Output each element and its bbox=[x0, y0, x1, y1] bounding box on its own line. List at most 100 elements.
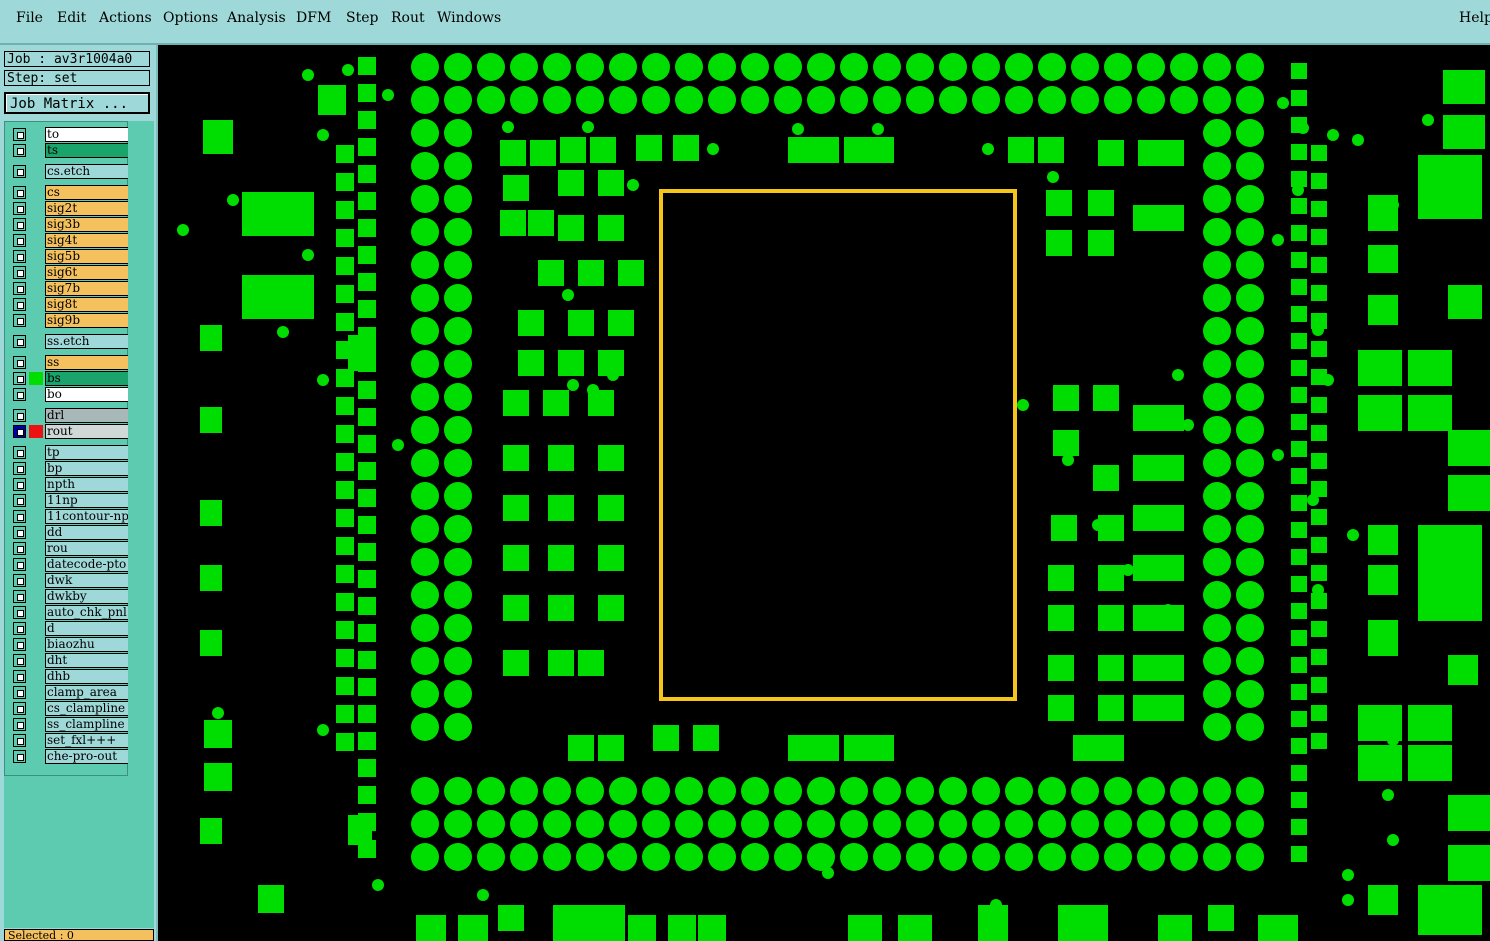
menu-dfm[interactable]: DFM bbox=[296, 10, 331, 26]
layer-color-swatch[interactable] bbox=[29, 218, 43, 231]
layer-label[interactable]: sig5b bbox=[45, 249, 129, 264]
layer-label[interactable]: dwk bbox=[45, 573, 129, 588]
layer-label[interactable]: bs bbox=[45, 371, 129, 386]
layer-row-bo[interactable]: bo bbox=[11, 387, 129, 402]
layer-checkbox[interactable] bbox=[13, 670, 26, 683]
layer-label[interactable]: ss_clampline bbox=[45, 717, 129, 732]
layer-checkbox[interactable] bbox=[13, 202, 26, 215]
layer-label[interactable]: bp bbox=[45, 461, 129, 476]
layer-checkbox[interactable] bbox=[13, 388, 26, 401]
layer-row-auto_chk_pnl[interactable]: auto_chk_pnl bbox=[11, 605, 129, 620]
layer-label[interactable]: dht bbox=[45, 653, 129, 668]
layer-label[interactable]: auto_chk_pnl bbox=[45, 605, 129, 620]
layer-label[interactable]: to bbox=[45, 127, 129, 142]
layer-row-rou[interactable]: rou bbox=[11, 541, 129, 556]
menu-actions[interactable]: Actions bbox=[99, 10, 152, 26]
layer-label[interactable]: sig3b bbox=[45, 217, 129, 232]
layer-row-sig7b[interactable]: sig7b bbox=[11, 281, 129, 296]
layer-row-sig2t[interactable]: sig2t bbox=[11, 201, 129, 216]
layer-label[interactable]: clamp_area bbox=[45, 685, 129, 700]
layer-label[interactable]: sig8t bbox=[45, 297, 129, 312]
layer-label[interactable]: bo bbox=[45, 387, 129, 402]
layer-color-swatch[interactable] bbox=[29, 526, 43, 539]
layer-label[interactable]: sig2t bbox=[45, 201, 129, 216]
layer-row-11np[interactable]: 11np bbox=[11, 493, 129, 508]
layer-checkbox[interactable] bbox=[13, 446, 26, 459]
layer-row-bs[interactable]: bs bbox=[11, 371, 129, 386]
graphic-canvas[interactable] bbox=[156, 45, 1490, 941]
layer-checkbox[interactable] bbox=[13, 718, 26, 731]
layer-color-swatch[interactable] bbox=[29, 298, 43, 311]
layer-color-swatch[interactable] bbox=[29, 606, 43, 619]
layer-checkbox[interactable] bbox=[13, 144, 26, 157]
layer-label[interactable]: sig7b bbox=[45, 281, 129, 296]
layer-label[interactable]: datecode-pto bbox=[45, 557, 129, 572]
layer-color-swatch[interactable] bbox=[29, 558, 43, 571]
layer-label[interactable]: sig6t bbox=[45, 265, 129, 280]
layer-label[interactable]: tp bbox=[45, 445, 129, 460]
layer-row-sig6t[interactable]: sig6t bbox=[11, 265, 129, 280]
layer-color-swatch[interactable] bbox=[29, 478, 43, 491]
layer-label[interactable]: che-pro-out bbox=[45, 749, 129, 764]
layer-label[interactable]: set_fxl+++ bbox=[45, 733, 129, 748]
layer-color-swatch[interactable] bbox=[29, 622, 43, 635]
layer-row-dhb[interactable]: dhb bbox=[11, 669, 129, 684]
layer-color-swatch[interactable] bbox=[29, 510, 43, 523]
layer-label[interactable]: sig4t bbox=[45, 233, 129, 248]
job-matrix-button[interactable]: Job Matrix ... bbox=[4, 92, 150, 114]
menu-analysis[interactable]: Analysis bbox=[227, 10, 286, 26]
layer-label[interactable]: dwkby bbox=[45, 589, 129, 604]
layer-checkbox[interactable] bbox=[13, 606, 26, 619]
layer-row-bp[interactable]: bp bbox=[11, 461, 129, 476]
layer-checkbox[interactable] bbox=[13, 638, 26, 651]
layer-label[interactable]: cs_clampline bbox=[45, 701, 129, 716]
layer-color-swatch[interactable] bbox=[29, 462, 43, 475]
layer-row-to[interactable]: to bbox=[11, 127, 129, 142]
layer-checkbox[interactable] bbox=[13, 654, 26, 667]
layer-color-swatch[interactable] bbox=[29, 266, 43, 279]
layer-row-sig8t[interactable]: sig8t bbox=[11, 297, 129, 312]
layer-checkbox[interactable] bbox=[13, 282, 26, 295]
layer-row-ss[interactable]: ss bbox=[11, 355, 129, 370]
layer-label[interactable]: ss.etch bbox=[45, 334, 129, 349]
layer-row-cs.etch[interactable]: cs.etch bbox=[11, 164, 129, 179]
layer-color-swatch[interactable] bbox=[29, 574, 43, 587]
layer-color-swatch[interactable] bbox=[29, 165, 43, 178]
layer-checkbox[interactable] bbox=[13, 462, 26, 475]
layer-label[interactable]: rout bbox=[45, 424, 129, 439]
layer-label[interactable]: cs.etch bbox=[45, 164, 129, 179]
layer-checkbox[interactable] bbox=[13, 356, 26, 369]
layer-checkbox[interactable] bbox=[13, 750, 26, 763]
layer-color-swatch[interactable] bbox=[29, 425, 43, 438]
menu-windows[interactable]: Windows bbox=[437, 10, 501, 26]
layer-checkbox[interactable] bbox=[13, 128, 26, 141]
layer-color-swatch[interactable] bbox=[29, 186, 43, 199]
layer-color-swatch[interactable] bbox=[29, 702, 43, 715]
layer-color-swatch[interactable] bbox=[29, 388, 43, 401]
layer-checkbox[interactable] bbox=[13, 622, 26, 635]
layer-color-swatch[interactable] bbox=[29, 670, 43, 683]
layer-label[interactable]: cs bbox=[45, 185, 129, 200]
layer-label[interactable]: dhb bbox=[45, 669, 129, 684]
layer-color-swatch[interactable] bbox=[29, 314, 43, 327]
layer-label[interactable]: ts bbox=[45, 143, 129, 158]
layer-label[interactable]: drl bbox=[45, 408, 129, 423]
layer-row-d[interactable]: d bbox=[11, 621, 129, 636]
layer-row-dht[interactable]: dht bbox=[11, 653, 129, 668]
menu-options[interactable]: Options bbox=[163, 10, 218, 26]
layer-checkbox[interactable] bbox=[13, 298, 26, 311]
layer-row-sig3b[interactable]: sig3b bbox=[11, 217, 129, 232]
layer-row-biaozhu[interactable]: biaozhu bbox=[11, 637, 129, 652]
layer-row-ts[interactable]: ts bbox=[11, 143, 129, 158]
menu-file[interactable]: File bbox=[16, 10, 43, 26]
layer-row-cs_clampline[interactable]: cs_clampline bbox=[11, 701, 129, 716]
layer-checkbox[interactable] bbox=[13, 510, 26, 523]
menu-rout[interactable]: Rout bbox=[391, 10, 425, 26]
layer-checkbox[interactable] bbox=[13, 165, 26, 178]
layer-checkbox[interactable] bbox=[13, 250, 26, 263]
layer-row-rout[interactable]: rout bbox=[11, 424, 129, 439]
layer-color-swatch[interactable] bbox=[29, 654, 43, 667]
layer-label[interactable]: rou bbox=[45, 541, 129, 556]
layer-checkbox[interactable] bbox=[13, 266, 26, 279]
layer-checkbox[interactable] bbox=[13, 186, 26, 199]
